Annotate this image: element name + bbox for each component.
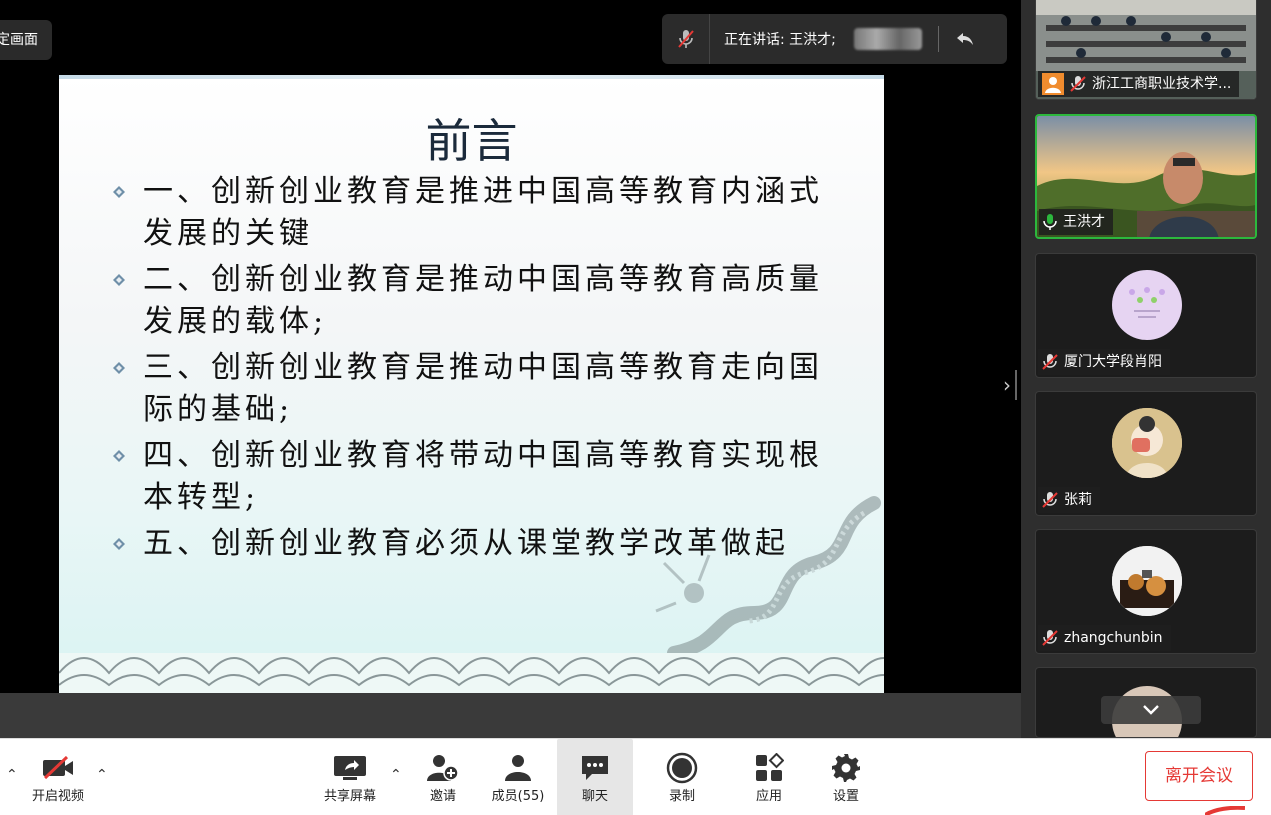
divider [937,26,939,52]
participant-tile[interactable]: 浙江工商职业技术学... [1035,0,1257,100]
video-off-icon [41,751,75,785]
gear-icon [831,751,861,785]
leave-meeting-button[interactable]: 离开会议 [1145,751,1253,801]
bullet-item: 五、创新创业教育必须从课堂教学改革做起 [109,523,829,565]
participant-name-tag: 王洪才 [1039,209,1113,235]
slide-top-border [59,75,884,79]
record-icon [666,751,698,785]
bullet-item: 四、创新创业教育将带动中国高等教育实现根 本转型; [109,435,829,519]
mic-active-icon [1043,214,1057,230]
chat-label: 聊天 [581,789,608,804]
chat-button[interactable]: 聊天 [557,739,633,815]
bullet-line-1: 五、创新创业教育必须从课堂教学改革做起 [143,526,789,561]
diamond-bullet-icon [113,538,125,550]
participant-name: 厦门大学段肖阳 [1064,354,1162,370]
bullet-item: 三、创新创业教育是推动中国高等教育走向国 际的基础; [109,347,829,431]
slide-bullet-list: 一、创新创业教育是推进中国高等教育内涵式 发展的关键 二、创新创业教育是推动中国… [109,171,829,569]
participant-tile[interactable]: zhangchunbin [1035,529,1257,654]
diamond-bullet-icon [113,186,125,198]
meeting-toolbar: ⌃ 开启视频 ⌃ 共享屏幕 ⌃ 邀请 成员(55) 聊天 录制 应用 设置 离开… [0,738,1271,815]
participant-video-panel: 浙江工商职业技术学... 王洪才 厦门大学段肖阳 张莉 zhangchunbin [1021,0,1271,738]
bullet-line-1: 三、创新创业教育是推动中国高等教育走向国 [143,350,823,385]
bullet-item: 二、创新创业教育是推动中国高等教育高质量 发展的载体; [109,259,829,343]
members-icon [503,751,533,785]
chevron-up-icon[interactable]: ⌃ [96,767,108,783]
bullet-line-2: 发展的关键 [143,216,313,251]
avatar [1112,270,1182,340]
chat-icon [580,751,610,785]
muted-mic-icon [1042,354,1058,370]
avatar [1112,546,1182,616]
record-label: 录制 [668,789,695,804]
presentation-slide: 前言 一、创新创业教育是推进中国高等教育内涵式 发展的关键 二、创新创业教育是推… [59,75,884,693]
participant-name: zhangchunbin [1064,630,1163,646]
participant-name-tag: 厦门大学段肖阳 [1038,349,1170,375]
chevron-right-icon: › [1003,373,1011,397]
bullet-line-2: 际的基础; [143,392,294,427]
add-user-icon [427,751,459,785]
bullet-line-1: 二、创新创业教育是推动中国高等教育高质量 [143,262,823,297]
scroll-down-button[interactable] [1101,696,1201,724]
bullet-line-2: 发展的载体; [143,304,328,339]
participant-name: 王洪才 [1063,214,1105,230]
record-button[interactable]: 录制 [650,739,714,815]
bullet-line-1: 四、创新创业教育将带动中国高等教育实现根 [143,438,823,473]
start-video-button[interactable]: 开启视频 [22,739,94,815]
muted-mic-icon [1042,492,1058,508]
lock-view-button[interactable]: 定画面 [0,20,52,60]
blurred-speaker-thumbnails [853,28,922,50]
participant-name-tag: 浙江工商职业技术学... [1038,71,1240,97]
slide-title: 前言 [425,114,518,168]
chevron-down-icon [1143,705,1159,715]
participant-name-tag: 张莉 [1038,487,1100,513]
avatar [1112,408,1182,478]
bullet-item: 一、创新创业教育是推进中国高等教育内涵式 发展的关键 [109,171,829,255]
settings-button[interactable]: 设置 [814,739,878,815]
diamond-bullet-icon [113,362,125,374]
shared-screen-stage: 定画面 正在讲话: 王洪才; 前言 一、创新创业教育是推进中国高等教育内涵式 发… [0,0,1021,738]
invite-label: 邀请 [429,789,456,804]
invite-button[interactable]: 邀请 [412,739,474,815]
members-label: 成员(55) [491,789,545,804]
participant-tile[interactable]: 厦门大学段肖阳 [1035,253,1257,378]
share-screen-label: 共享屏幕 [323,789,376,804]
annotation-mark [1205,806,1245,815]
participant-tile-active-speaker[interactable]: 王洪才 [1035,114,1257,239]
bullet-line-2: 本转型; [143,480,260,515]
muted-mic-icon [1070,76,1086,92]
settings-label: 设置 [832,789,859,804]
meeting-window: 定画面 正在讲话: 王洪才; 前言 一、创新创业教育是推进中国高等教育内涵式 发… [0,0,1271,815]
start-video-label: 开启视频 [31,789,84,804]
participant-tile[interactable]: 张莉 [1035,391,1257,516]
drag-handle-icon [1015,370,1017,400]
apps-label: 应用 [755,789,782,804]
user-avatar-icon [1042,73,1064,95]
return-icon[interactable] [951,25,979,53]
speaking-label: 正在讲话: 王洪才; [724,32,836,48]
diamond-bullet-icon [113,450,125,462]
participant-name: 张莉 [1064,492,1092,508]
muted-mic-icon [1042,630,1058,646]
wave-border-decoration [59,653,884,693]
apps-icon [754,751,784,785]
bullet-line-1: 一、创新创业教育是推进中国高等教育内涵式 [143,174,823,209]
apps-button[interactable]: 应用 [737,739,801,815]
muted-mic-icon[interactable] [662,14,710,64]
diamond-bullet-icon [113,274,125,286]
participant-name: 浙江工商职业技术学... [1092,76,1232,92]
members-button[interactable]: 成员(55) [484,739,552,815]
share-screen-button[interactable]: 共享屏幕 [314,739,386,815]
speaking-indicator-bar: 正在讲话: 王洪才; [662,14,1007,64]
share-screen-icon [333,751,367,785]
participant-name-tag: zhangchunbin [1038,625,1171,651]
chevron-up-icon[interactable]: ⌃ [6,767,18,783]
chevron-up-icon[interactable]: ⌃ [390,767,402,783]
stage-bottom-strip [0,693,1021,738]
